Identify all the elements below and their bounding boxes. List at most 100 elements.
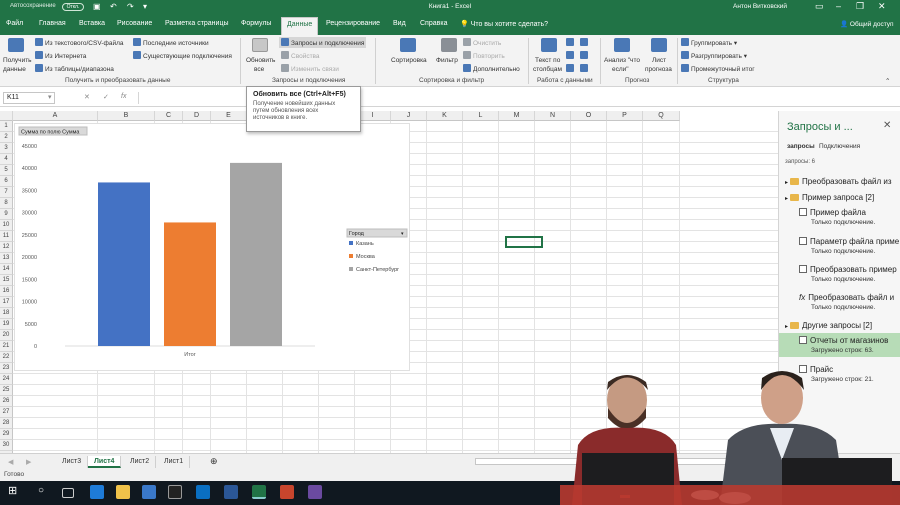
group-button[interactable]: Группировать ▾ (681, 38, 737, 47)
row-header-11[interactable]: 11 (0, 231, 13, 242)
relationships-icon[interactable] (580, 51, 590, 60)
powerpoint-icon[interactable] (280, 485, 294, 499)
pane-close-icon[interactable]: ✕ (883, 120, 891, 131)
row-header-26[interactable]: 26 (0, 396, 13, 407)
data-model-icon[interactable] (580, 64, 590, 73)
column-header-l[interactable]: L (463, 111, 499, 121)
scroll-sheets-left-icon[interactable]: ◀ (2, 456, 19, 468)
restore-icon[interactable]: ❐ (856, 1, 864, 12)
column-header-c[interactable]: C (155, 111, 183, 121)
row-header-22[interactable]: 22 (0, 352, 13, 363)
column-header-p[interactable]: P (607, 111, 643, 121)
sheet-tab[interactable]: Лист1 (158, 456, 191, 468)
excel-icon[interactable] (252, 485, 266, 499)
column-header-n[interactable]: N (535, 111, 571, 121)
row-header-17[interactable]: 17 (0, 297, 13, 308)
tab-review[interactable]: Рецензирование (326, 20, 380, 27)
row-header-8[interactable]: 8 (0, 198, 13, 209)
row-header-14[interactable]: 14 (0, 264, 13, 275)
column-header-k[interactable]: K (427, 111, 463, 121)
share-button[interactable]: 👤 Общий доступ (840, 20, 894, 28)
flash-fill-icon[interactable] (566, 38, 576, 47)
scroll-sheets-right-icon[interactable]: ▶ (20, 456, 37, 468)
existing-connections-button[interactable]: Существующие подключения (133, 51, 232, 60)
sheet-tab[interactable]: Лист2 (124, 456, 157, 468)
row-header-15[interactable]: 15 (0, 275, 13, 286)
formula-input[interactable] (138, 92, 778, 104)
get-data-button[interactable]: Получить (3, 57, 32, 64)
consolidate-icon[interactable] (580, 38, 590, 47)
expand-arrow-icon[interactable]: ▸ (785, 180, 788, 186)
row-header-3[interactable]: 3 (0, 143, 13, 154)
what-if-button[interactable]: Анализ "что (604, 57, 640, 64)
new-sheet-icon[interactable]: ⊕ (204, 456, 224, 468)
row-header-4[interactable]: 4 (0, 154, 13, 165)
sort-button[interactable]: Сортировка (391, 57, 427, 64)
row-header-2[interactable]: 2 (0, 132, 13, 143)
tab-home[interactable]: Главная (39, 20, 66, 27)
forecast-sheet-button[interactable]: Лист (652, 57, 666, 64)
remove-duplicates-icon[interactable] (566, 51, 576, 60)
expand-arrow-icon[interactable]: ▸ (785, 324, 788, 330)
from-text-button[interactable]: Из текстового/CSV-файла (35, 38, 123, 47)
what-if-button-line2[interactable]: если" (612, 66, 629, 73)
media-icon[interactable] (168, 485, 182, 499)
from-table-button[interactable]: Из таблицы/диапазона (35, 64, 114, 73)
pane-tab-queries[interactable]: запросы (787, 143, 815, 150)
subtotal-button[interactable]: Промежуточный итог (681, 64, 755, 73)
row-header-1[interactable]: 1 (0, 121, 13, 132)
column-header-b[interactable]: B (98, 111, 155, 121)
outlook-icon[interactable] (196, 485, 210, 499)
row-header-30[interactable]: 30 (0, 440, 13, 451)
enter-icon[interactable]: ✓ (103, 93, 109, 101)
row-header-24[interactable]: 24 (0, 374, 13, 385)
row-header-29[interactable]: 29 (0, 429, 13, 440)
refresh-all-button-line2[interactable]: все (254, 66, 264, 73)
edge-icon[interactable] (90, 485, 104, 499)
query-item[interactable]: ▸ Пример запроса [2] (779, 193, 900, 202)
row-header-9[interactable]: 9 (0, 209, 13, 220)
expand-arrow-icon[interactable]: ▸ (785, 196, 788, 202)
ungroup-button[interactable]: Разгруппировать ▾ (681, 51, 747, 60)
sheet-tab-active[interactable]: Лист4 (88, 456, 122, 468)
collapse-ribbon-icon[interactable]: ⌃ (885, 77, 890, 85)
cancel-icon[interactable]: ✕ (84, 93, 90, 101)
minimize-icon[interactable]: – (836, 1, 841, 11)
row-header-7[interactable]: 7 (0, 187, 13, 198)
column-header-d[interactable]: D (183, 111, 211, 121)
clear-button[interactable]: Очистить (463, 38, 501, 47)
close-icon[interactable]: ✕ (878, 1, 886, 12)
edit-links-button[interactable]: Изменить связи (281, 64, 339, 73)
advanced-button[interactable]: Дополнительно (463, 64, 520, 73)
row-header-19[interactable]: 19 (0, 319, 13, 330)
row-header-23[interactable]: 23 (0, 363, 13, 374)
sheet-tab[interactable]: Лист3 (56, 456, 89, 468)
row-header-28[interactable]: 28 (0, 418, 13, 429)
row-header-10[interactable]: 10 (0, 220, 13, 231)
tell-me-search[interactable]: 💡 Что вы хотите сделать? (460, 20, 548, 28)
row-header-6[interactable]: 6 (0, 176, 13, 187)
tab-page-layout[interactable]: Разметка страницы (165, 20, 229, 27)
active-cell[interactable] (505, 236, 543, 248)
select-all-corner[interactable] (0, 111, 13, 121)
column-header-m[interactable]: M (499, 111, 535, 121)
pane-tab-connections[interactable]: Подключения (819, 143, 860, 150)
task-view-icon[interactable] (62, 488, 74, 498)
tab-help[interactable]: Справка (420, 20, 447, 27)
from-web-button[interactable]: Из Интернета (35, 51, 86, 60)
get-data-button-line2[interactable]: данные (3, 66, 26, 73)
query-item[interactable]: Пример файла Только подключение. (779, 208, 900, 226)
query-item[interactable]: ▸ Преобразовать файл из (779, 177, 900, 186)
tab-data[interactable]: Данные (281, 17, 319, 35)
row-header-27[interactable]: 27 (0, 407, 13, 418)
row-header-12[interactable]: 12 (0, 242, 13, 253)
name-box-dropdown-icon[interactable]: ▾ (48, 93, 52, 101)
row-header-13[interactable]: 13 (0, 253, 13, 264)
file-explorer-icon[interactable] (116, 485, 130, 499)
store-icon[interactable] (142, 485, 156, 499)
row-header-21[interactable]: 21 (0, 341, 13, 352)
recent-sources-button[interactable]: Последние источники (133, 38, 209, 47)
properties-button[interactable]: Свойства (281, 51, 320, 60)
insert-function-icon[interactable]: fx (121, 93, 126, 100)
row-header-5[interactable]: 5 (0, 165, 13, 176)
